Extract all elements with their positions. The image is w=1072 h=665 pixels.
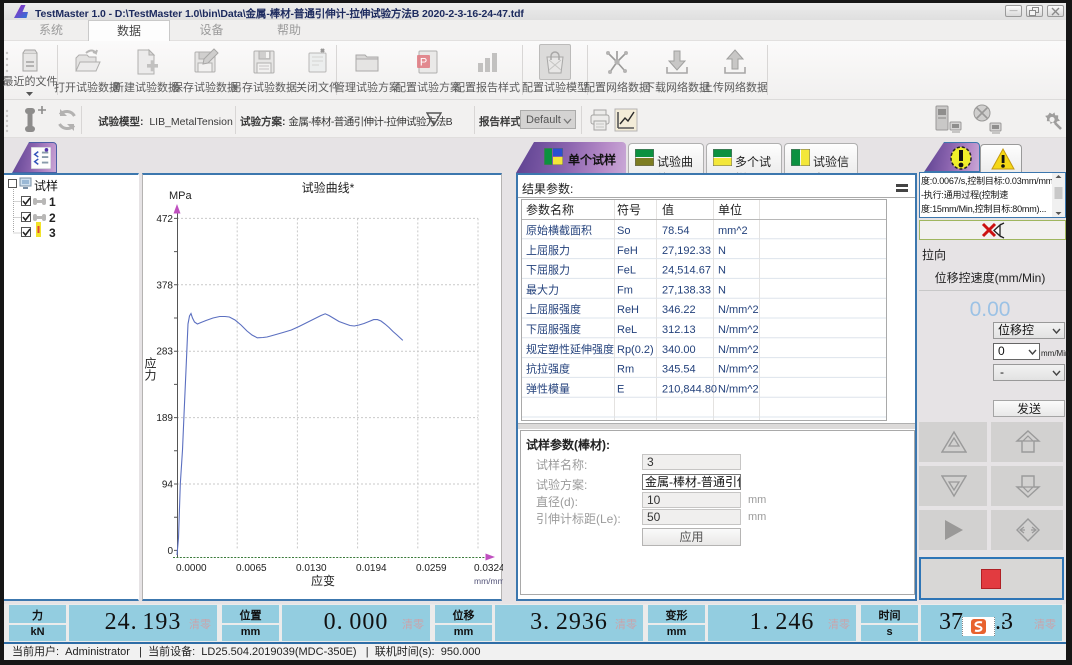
svg-text:346.22: 346.22 — [662, 304, 696, 316]
svg-text:mm^2: mm^2 — [718, 225, 748, 237]
svg-text:参数名称: 参数名称 — [526, 202, 574, 217]
svg-text:472: 472 — [156, 214, 173, 225]
svg-text:210,844.80: 210,844.80 — [662, 383, 717, 395]
svg-text:原始横截面积: 原始横截面积 — [526, 223, 592, 237]
svg-text:值: 值 — [662, 202, 674, 217]
svg-text:0.0065: 0.0065 — [236, 563, 267, 574]
svg-text:340.00: 340.00 — [662, 344, 696, 356]
svg-text:N/mm^2: N/mm^2 — [718, 364, 759, 376]
svg-text:0.0194: 0.0194 — [356, 563, 387, 574]
svg-text:So: So — [617, 225, 630, 237]
svg-text:345.54: 345.54 — [662, 364, 696, 376]
svg-text:0.0324: 0.0324 — [474, 563, 503, 574]
svg-text:规定塑性延伸强度: 规定塑性延伸强度 — [526, 342, 614, 356]
svg-text:Fm: Fm — [617, 284, 633, 296]
svg-text:ReH: ReH — [617, 304, 639, 316]
svg-text:378: 378 — [156, 280, 173, 291]
svg-text:N/mm^2: N/mm^2 — [718, 304, 759, 316]
svg-text:mm/mm: mm/mm — [474, 576, 503, 586]
svg-text:N: N — [718, 265, 726, 277]
svg-text:Rm: Rm — [617, 364, 634, 376]
svg-text:N: N — [718, 245, 726, 257]
svg-text:N/mm^2: N/mm^2 — [718, 383, 759, 395]
svg-text:弹性模量: 弹性模量 — [526, 381, 570, 395]
svg-text:E: E — [617, 383, 624, 395]
svg-text:MPa: MPa — [169, 190, 193, 202]
svg-text:FeL: FeL — [617, 265, 636, 277]
svg-text:单位: 单位 — [718, 202, 742, 217]
svg-text:94: 94 — [162, 480, 174, 491]
svg-text:最大力: 最大力 — [526, 282, 559, 296]
svg-text:27,192.33: 27,192.33 — [662, 245, 711, 257]
svg-text:0: 0 — [167, 546, 173, 557]
svg-text:27,138.33: 27,138.33 — [662, 284, 711, 296]
svg-text:试验曲线*: 试验曲线* — [302, 180, 355, 195]
svg-text:24,514.67: 24,514.67 — [662, 265, 711, 277]
svg-text:N/mm^2: N/mm^2 — [718, 344, 759, 356]
svg-text:Rp(0.2): Rp(0.2) — [617, 344, 654, 356]
svg-text:下屈服强度: 下屈服强度 — [526, 322, 581, 336]
svg-text:78.54: 78.54 — [662, 225, 690, 237]
svg-text:下屈服力: 下屈服力 — [526, 264, 570, 277]
svg-text:应力: 应力 — [143, 356, 157, 382]
svg-text:FeH: FeH — [617, 245, 638, 257]
svg-text:抗拉强度: 抗拉强度 — [526, 362, 570, 376]
svg-text:P: P — [420, 57, 427, 69]
svg-text:应变: 应变 — [311, 573, 335, 588]
svg-text:0.0000: 0.0000 — [176, 563, 207, 574]
svg-text:N: N — [718, 284, 726, 296]
svg-text:上屈服力: 上屈服力 — [526, 244, 570, 257]
svg-text:N/mm^2: N/mm^2 — [718, 324, 759, 336]
svg-text:283: 283 — [156, 347, 173, 358]
svg-text:189: 189 — [156, 413, 173, 424]
svg-text:0.0130: 0.0130 — [296, 563, 327, 574]
svg-text:312.13: 312.13 — [662, 324, 696, 336]
svg-text:符号: 符号 — [617, 202, 641, 217]
svg-text:ReL: ReL — [617, 324, 637, 336]
svg-text:上屈服强度: 上屈服强度 — [526, 302, 581, 316]
svg-text:0.0259: 0.0259 — [416, 563, 447, 574]
